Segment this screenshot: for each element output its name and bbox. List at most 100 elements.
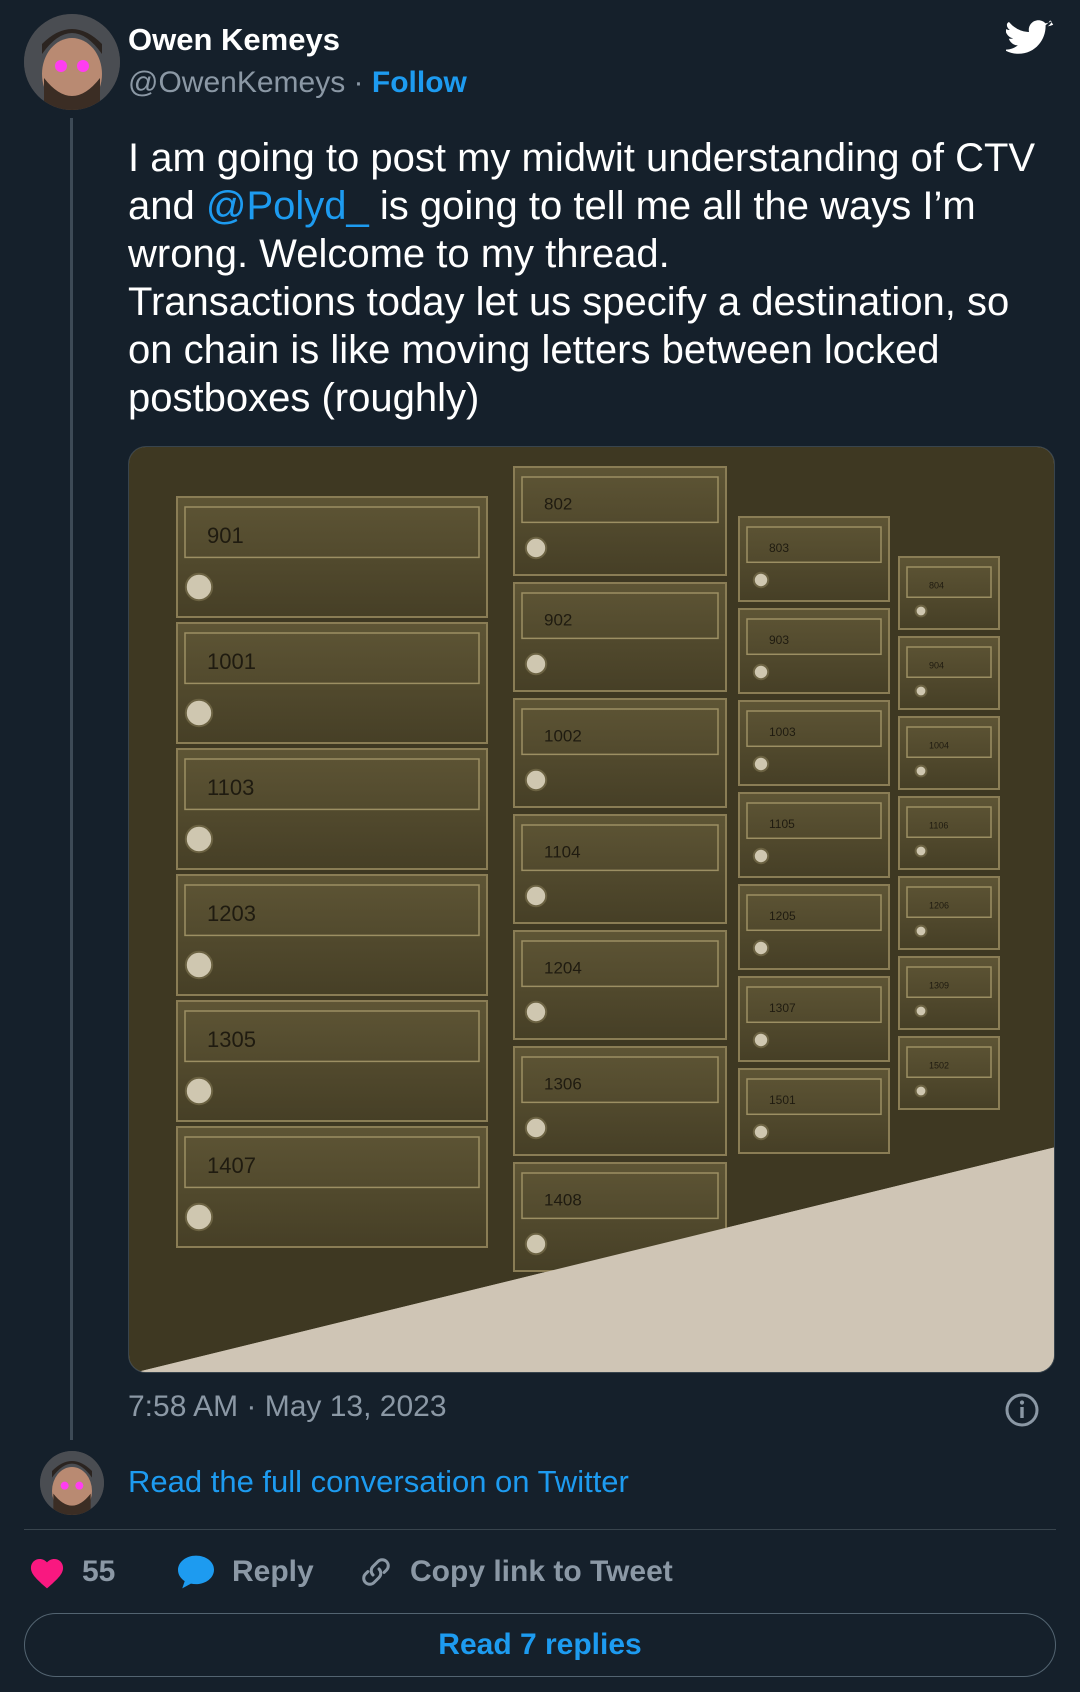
- separator-dot: ·: [353, 66, 364, 99]
- read-replies-button[interactable]: Read 7 replies: [24, 1613, 1056, 1677]
- mailbox-lock-icon: [184, 950, 214, 980]
- mailbox-door: [738, 608, 890, 694]
- mailbox-lock-icon: [524, 1000, 548, 1024]
- mailbox-number: 903: [769, 633, 789, 647]
- follow-button[interactable]: Follow: [372, 66, 467, 99]
- thread-line: [70, 118, 73, 1440]
- mailbox-number: 1203: [207, 901, 256, 926]
- mailbox-number: 902: [544, 610, 572, 629]
- mailbox-door: [738, 1068, 890, 1154]
- mailbox-number: 904: [929, 661, 944, 671]
- author-avatar-small[interactable]: [40, 1451, 104, 1515]
- mailbox-number: 1407: [207, 1153, 256, 1178]
- mailbox-lock-icon: [524, 1116, 548, 1140]
- info-icon[interactable]: [1004, 1392, 1040, 1428]
- twitter-bird-icon[interactable]: [1006, 20, 1054, 60]
- mailbox-door: [513, 930, 727, 1040]
- mailbox-number: 804: [929, 581, 944, 591]
- mailbox-number: 1205: [769, 909, 796, 923]
- copy-link-label: Copy link to Tweet: [410, 1555, 673, 1588]
- copy-link-button[interactable]: Copy link to Tweet: [358, 1550, 673, 1594]
- author-handle[interactable]: @OwenKemeys: [128, 66, 345, 99]
- reply-label: Reply: [232, 1555, 314, 1588]
- mailbox-number: 1305: [207, 1027, 256, 1052]
- mailbox-door: [738, 976, 890, 1062]
- author-handle-row: @OwenKemeys · Follow: [128, 66, 467, 100]
- mailbox-number: 1104: [544, 842, 581, 861]
- mailbox-door: [738, 884, 890, 970]
- mailbox-lock-icon: [914, 924, 928, 938]
- heart-icon: [30, 1559, 64, 1589]
- mailbox-number: 901: [207, 523, 244, 548]
- mailbox-lock-icon: [184, 572, 214, 602]
- tweet-timestamp[interactable]: 7:58 AM · May 13, 2023: [128, 1390, 447, 1424]
- mailbox-lock-icon: [184, 698, 214, 728]
- link-icon: [362, 1558, 390, 1586]
- mailbox-lock-icon: [524, 1232, 548, 1256]
- tweet-paragraph-1: I am going to post my midwit understandi…: [128, 134, 1058, 278]
- read-full-conversation-link[interactable]: Read the full conversation on Twitter: [128, 1464, 629, 1500]
- mailbox-lock-icon: [752, 571, 770, 589]
- mailbox-lock-icon: [524, 768, 548, 792]
- mailbox-door: [738, 792, 890, 878]
- mailboxes-image: 901 1001 1103 1203 1305 1407 802 902 1002 1104 120…: [129, 447, 1054, 1372]
- mailbox-door: [513, 698, 727, 808]
- reply-button[interactable]: Reply: [176, 1550, 314, 1594]
- mailbox-door: [898, 796, 1000, 870]
- divider: [24, 1529, 1056, 1530]
- mailbox-door: [898, 1036, 1000, 1110]
- tweet-paragraph-2: Transactions today let us specify a dest…: [128, 280, 1010, 420]
- mention-link[interactable]: @Polyd_: [206, 184, 369, 228]
- like-count: 55: [82, 1555, 116, 1588]
- mailbox-lock-icon: [524, 652, 548, 676]
- mailbox-number: 1204: [544, 958, 582, 977]
- like-button[interactable]: 55: [28, 1550, 115, 1594]
- mailbox-number: 1103: [207, 775, 254, 800]
- reply-bubble-icon: [178, 1555, 214, 1589]
- mailbox-number: 1004: [929, 741, 949, 751]
- mailbox-door: [898, 636, 1000, 710]
- author-name[interactable]: Owen Kemeys: [128, 22, 340, 58]
- tweet-text: I am going to post my midwit understandi…: [128, 134, 1058, 422]
- tweet-photo[interactable]: 901 1001 1103 1203 1305 1407 802 902 1002 1104 120…: [128, 446, 1055, 1373]
- mailbox-door: [738, 516, 890, 602]
- mailbox-number: 1206: [929, 901, 949, 911]
- mailbox-number: 1003: [769, 725, 796, 739]
- mailbox-door: [738, 700, 890, 786]
- mailbox-number: 1002: [544, 726, 582, 745]
- mailbox-lock-icon: [184, 1202, 214, 1232]
- mailbox-door: [898, 716, 1000, 790]
- mailbox-lock-icon: [914, 604, 928, 618]
- mailbox-number: 1502: [929, 1061, 949, 1071]
- mailbox-number: 802: [544, 494, 572, 513]
- mailbox-lock-icon: [524, 536, 548, 560]
- mailbox-number: 1307: [769, 1001, 796, 1015]
- mailbox-door: [898, 956, 1000, 1030]
- mailbox-number: 1306: [544, 1074, 582, 1093]
- mailbox-number: 1501: [769, 1093, 796, 1107]
- mailbox-lock-icon: [914, 764, 928, 778]
- mailbox-lock-icon: [914, 1004, 928, 1018]
- mailbox-door: [898, 876, 1000, 950]
- mailbox-lock-icon: [752, 755, 770, 773]
- mailbox-lock-icon: [752, 1031, 770, 1049]
- mailbox-number: 1001: [207, 649, 256, 674]
- mailbox-number: 1105: [769, 817, 795, 831]
- author-avatar[interactable]: [24, 14, 120, 110]
- mailbox-lock-icon: [524, 884, 548, 908]
- mailbox-lock-icon: [184, 824, 214, 854]
- mailbox-lock-icon: [914, 1084, 928, 1098]
- mailbox-door: [898, 556, 1000, 630]
- mailbox-lock-icon: [752, 1123, 770, 1141]
- mailbox-lock-icon: [914, 844, 928, 858]
- mailbox-lock-icon: [752, 663, 770, 681]
- mailbox-number: 803: [769, 541, 789, 555]
- mailbox-number: 1106: [929, 821, 948, 831]
- mailbox-door: [513, 582, 727, 692]
- mailbox-door: [513, 1046, 727, 1156]
- mailbox-lock-icon: [752, 939, 770, 957]
- mailbox-lock-icon: [184, 1076, 214, 1106]
- mailbox-number: 1408: [544, 1190, 582, 1209]
- mailbox-lock-icon: [752, 847, 770, 865]
- mailbox-number: 1309: [929, 981, 949, 991]
